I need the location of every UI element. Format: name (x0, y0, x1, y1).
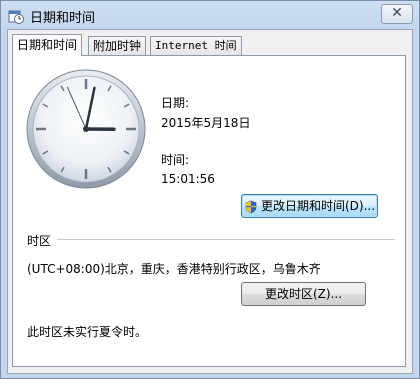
window-title: 日期和时间 (30, 11, 96, 26)
date-time-dialog: 日期和时间 ✕ 日期和时间 附加时钟 Internet 时间 日期: 2015年… (0, 0, 420, 379)
date-label: 日期: (161, 96, 190, 110)
close-button[interactable]: ✕ (381, 4, 413, 24)
tab-date-time[interactable]: 日期和时间 (12, 34, 83, 56)
close-icon: ✕ (391, 5, 403, 21)
timezone-section-label: 时区 (27, 234, 52, 248)
tab-panel: 日期: 2015年5月18日 时间: 15:01:56 更改日期和时间(D)..… (12, 55, 406, 367)
title-bar[interactable]: 日期和时间 ✕ (1, 1, 419, 31)
dialog-client: 日期和时间 附加时钟 Internet 时间 日期: 2015年5月18日 时间… (7, 29, 413, 374)
time-label: 时间: (161, 153, 190, 167)
uac-shield-icon (245, 200, 257, 213)
change-date-time-label: 更改日期和时间(D)... (260, 199, 376, 213)
change-timezone-button[interactable]: 更改时区(Z)... (241, 282, 366, 306)
tab-internet-time[interactable]: Internet 时间 (150, 36, 242, 55)
dst-note: 此时区未实行夏令时。 (27, 325, 148, 339)
date-value: 2015年5月18日 (161, 116, 251, 130)
section-separator (57, 239, 395, 240)
analog-clock (26, 69, 146, 189)
clock-center (83, 126, 89, 132)
tab-additional-clocks[interactable]: 附加时钟 (88, 36, 147, 55)
change-date-time-button[interactable]: 更改日期和时间(D)... (241, 194, 378, 218)
calendar-clock-icon (8, 10, 24, 24)
timezone-value: (UTC+08:00)北京，重庆，香港特别行政区，乌鲁木齐 (27, 262, 321, 276)
time-value: 15:01:56 (161, 172, 215, 186)
